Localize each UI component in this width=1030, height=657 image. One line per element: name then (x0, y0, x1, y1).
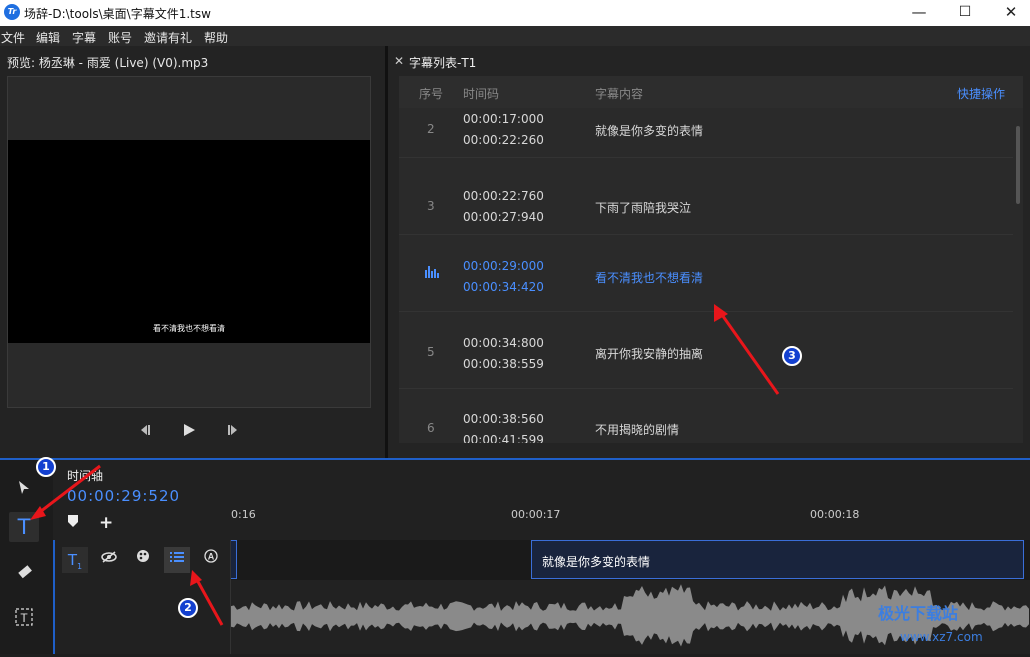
annotation-arrows (30, 304, 780, 626)
watermark-url: www.xz7.com (900, 630, 983, 644)
watermark: 极光下载站 (878, 604, 959, 623)
annotation-badge-3: 3 (782, 346, 802, 366)
annotation-badge-1: 1 (36, 457, 56, 477)
annotation-badge-2: 2 (178, 598, 198, 618)
